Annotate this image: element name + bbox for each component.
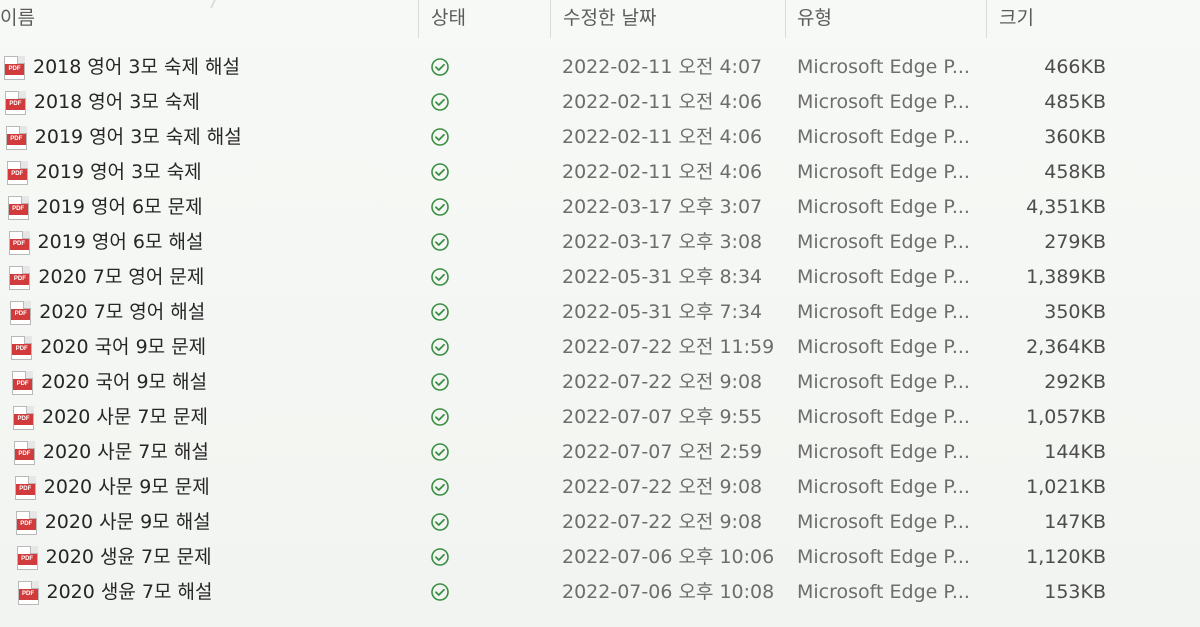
file-row[interactable]: PDF 2020 사문 9모 해설 2022-07-22 오전 9:08 Mic… bbox=[0, 505, 1200, 540]
file-row[interactable]: PDF 2020 7모 영어 해설 2022-05-31 오후 7:34 Mic… bbox=[0, 295, 1200, 330]
column-header-status[interactable]: 상태 bbox=[431, 2, 466, 34]
size-cell: 1,120KB bbox=[1026, 546, 1106, 568]
size-cell: 1,057KB bbox=[1026, 406, 1106, 428]
file-row[interactable]: PDF 2020 사문 7모 문제 2022-07-07 오후 9:55 Mic… bbox=[0, 400, 1200, 435]
column-header-row: 이름 상태 수정한 날짜 유형 크기 bbox=[0, 0, 1200, 38]
file-row[interactable]: PDF 2019 영어 3모 숙제 해설 2022-02-11 오전 4:06 … bbox=[0, 120, 1200, 155]
column-divider[interactable] bbox=[550, 0, 551, 38]
column-header-size[interactable]: 크기 bbox=[999, 2, 1034, 34]
size-cell: 292KB bbox=[1044, 371, 1106, 393]
file-row[interactable]: PDF 2019 영어 6모 문제 2022-03-17 오후 3:07 Mic… bbox=[0, 190, 1200, 225]
size-cell: 350KB bbox=[1044, 301, 1106, 323]
file-row[interactable]: PDF 2018 영어 3모 숙제 해설 2022-02-11 오전 4:07 … bbox=[0, 50, 1200, 85]
size-cell: 279KB bbox=[1044, 231, 1106, 253]
column-divider[interactable] bbox=[986, 0, 987, 38]
size-cell: 485KB bbox=[1044, 91, 1106, 113]
file-row[interactable]: PDF 2020 사문 9모 문제 2022-07-22 오전 9:08 Mic… bbox=[0, 470, 1200, 505]
column-header-type[interactable]: 유형 bbox=[797, 2, 832, 34]
file-row[interactable]: PDF 2018 영어 3모 숙제 2022-02-11 오전 4:06 Mic… bbox=[0, 85, 1200, 120]
size-cell: 360KB bbox=[1044, 126, 1106, 148]
size-cell: 466KB bbox=[1044, 56, 1106, 78]
column-header-modified[interactable]: 수정한 날짜 bbox=[563, 2, 656, 34]
file-row[interactable]: PDF 2020 국어 9모 해설 2022-07-22 오전 9:08 Mic… bbox=[0, 365, 1200, 400]
file-row[interactable]: PDF 2020 사문 7모 해설 2022-07-07 오전 2:59 Mic… bbox=[0, 435, 1200, 470]
size-cell: 2,364KB bbox=[1026, 336, 1106, 358]
file-explorer-list: 이름 상태 수정한 날짜 유형 크기 PDF 2018 영어 3모 숙제 해설 … bbox=[0, 0, 1200, 627]
header-mark bbox=[198, 0, 216, 8]
file-row[interactable]: PDF 2020 국어 9모 문제 2022-07-22 오전 11:59 Mi… bbox=[0, 330, 1200, 365]
size-cell: 1,389KB bbox=[1026, 266, 1106, 288]
size-cell: 458KB bbox=[1044, 161, 1106, 183]
file-row[interactable]: PDF 2020 생윤 7모 해설 2022-07-06 오후 10:08 Mi… bbox=[0, 575, 1200, 610]
file-row[interactable]: PDF 2020 7모 영어 문제 2022-05-31 오후 8:34 Mic… bbox=[0, 260, 1200, 295]
size-cell: 1,021KB bbox=[1026, 476, 1106, 498]
size-cell: 4,351KB bbox=[1026, 196, 1106, 218]
column-header-name[interactable]: 이름 bbox=[0, 2, 35, 34]
file-row[interactable]: PDF 2020 생윤 7모 문제 2022-07-06 오후 10:06 Mi… bbox=[0, 540, 1200, 575]
file-row[interactable]: PDF 2019 영어 3모 숙제 2022-02-11 오전 4:06 Mic… bbox=[0, 155, 1200, 190]
size-cell: 147KB bbox=[1044, 511, 1106, 533]
file-row[interactable]: PDF 2019 영어 6모 해설 2022-03-17 오후 3:08 Mic… bbox=[0, 225, 1200, 260]
size-cell: 153KB bbox=[1044, 581, 1106, 603]
column-divider[interactable] bbox=[785, 0, 786, 38]
size-cell: 144KB bbox=[1044, 441, 1106, 463]
column-divider[interactable] bbox=[418, 0, 419, 38]
